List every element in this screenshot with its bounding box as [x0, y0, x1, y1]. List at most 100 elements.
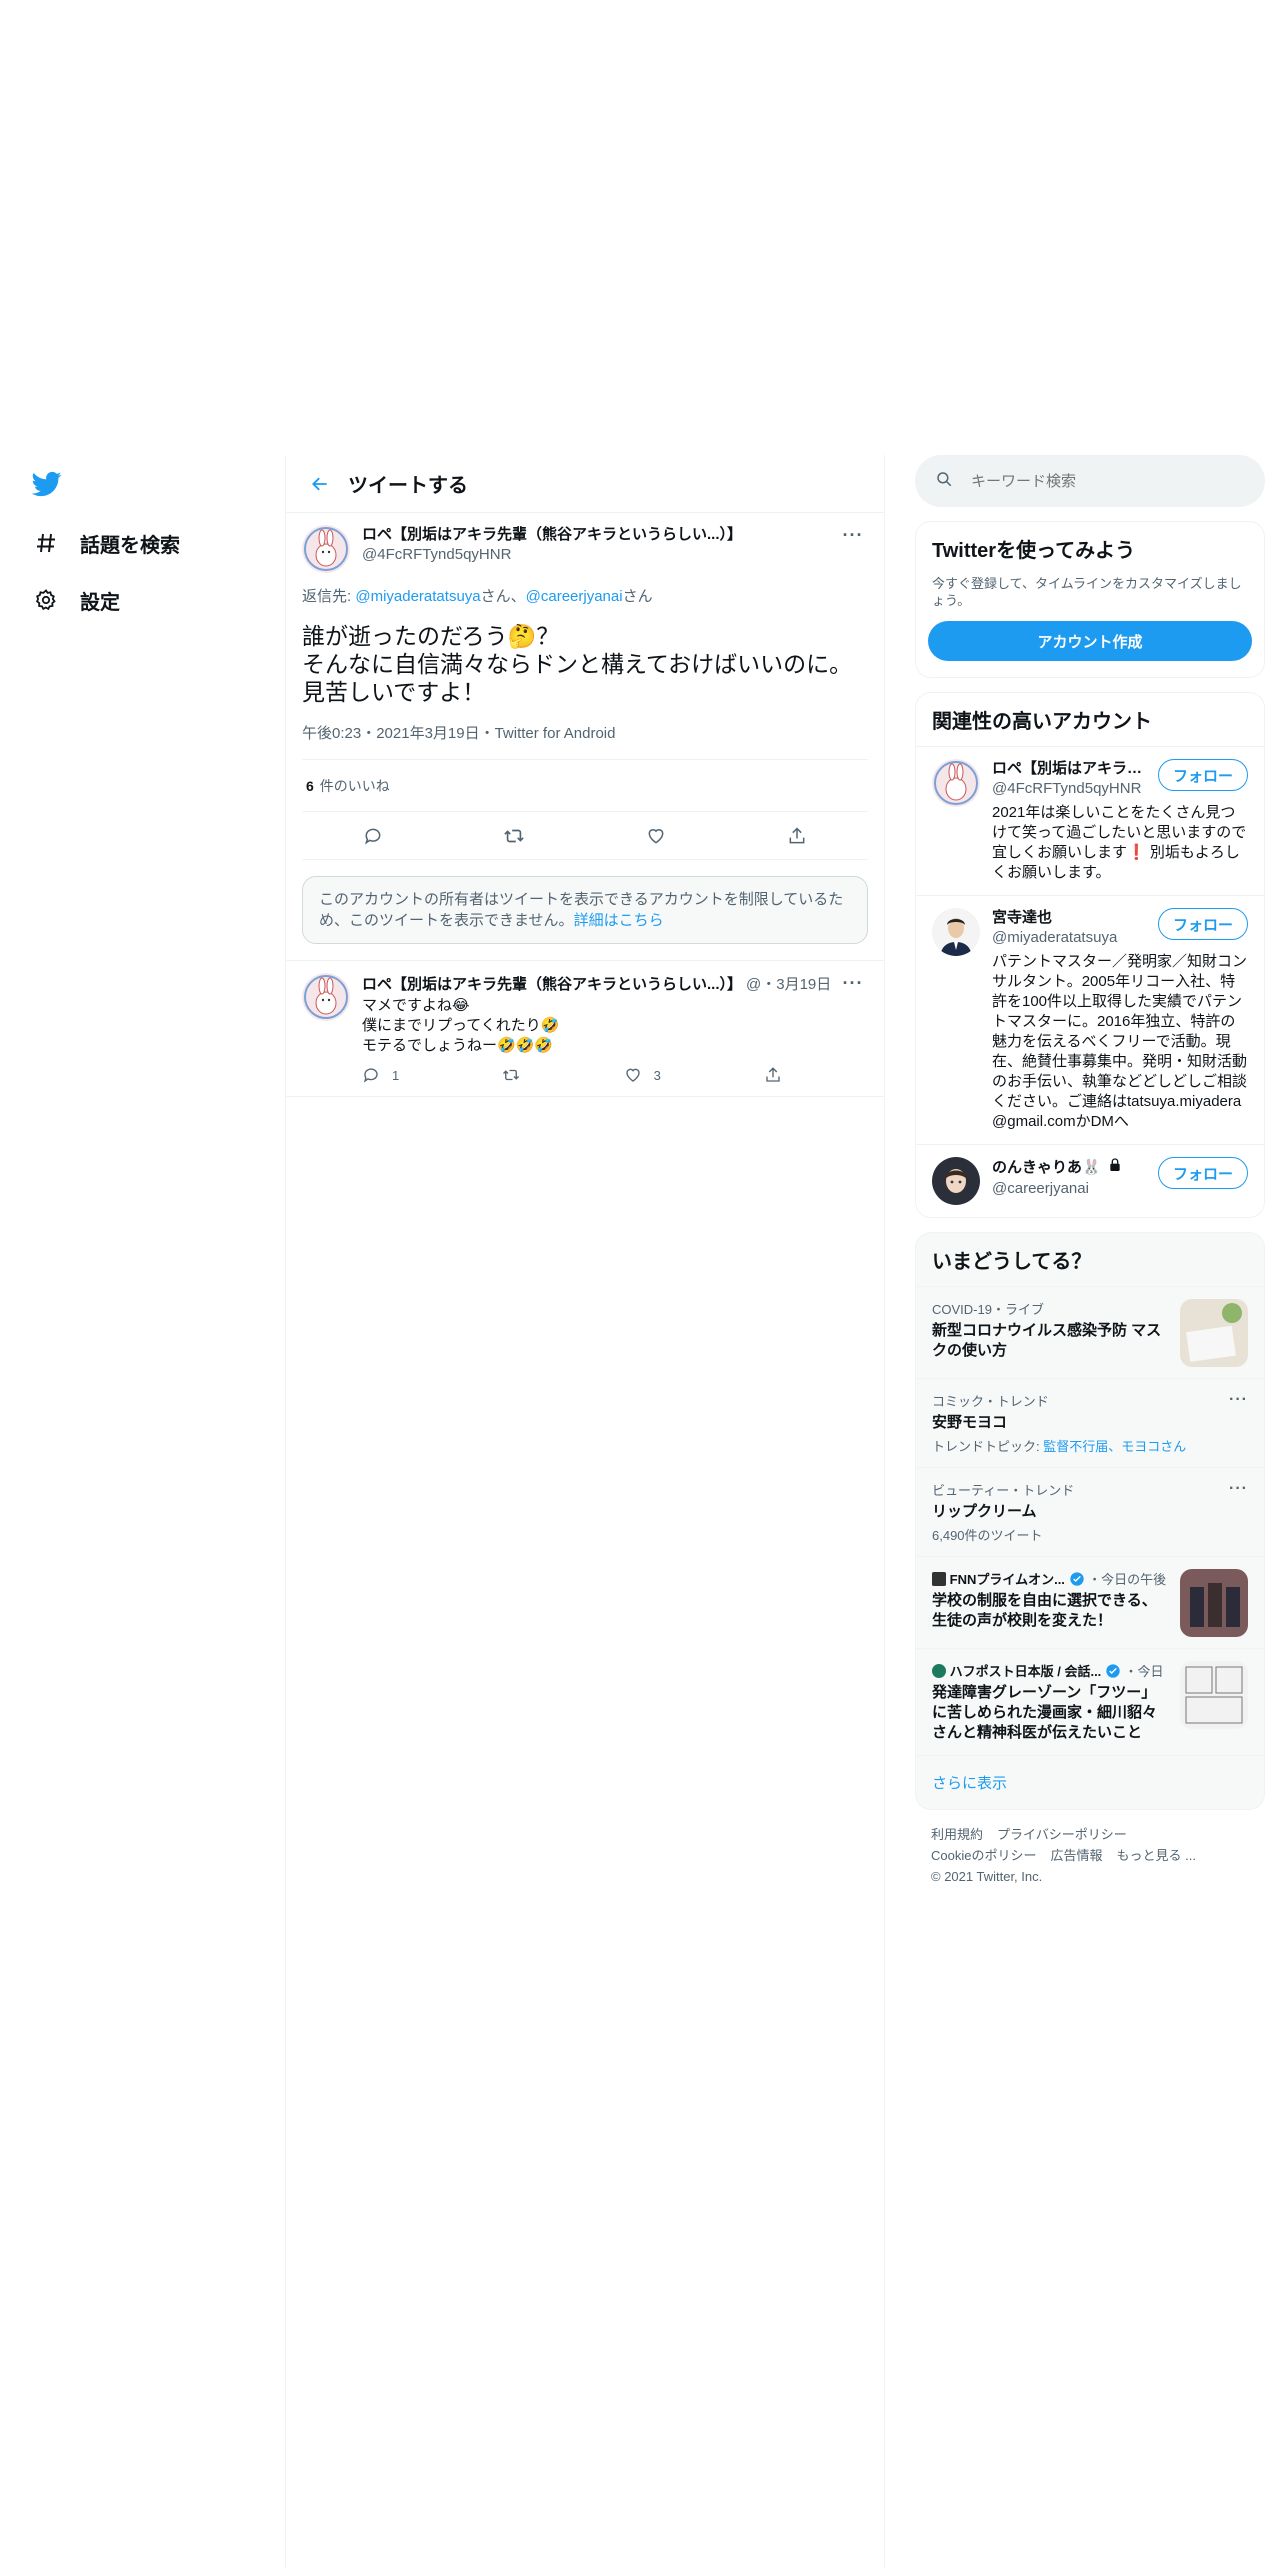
like-icon[interactable] — [638, 818, 674, 854]
footer-link-cookies[interactable]: Cookieのポリシー — [931, 1848, 1036, 1863]
create-account-button[interactable]: アカウント作成 — [928, 621, 1252, 661]
trend-item[interactable]: コミック・トレンド 安野モヨコ トレンドトピック: 監督不行届、モヨコさん ··… — [916, 1378, 1264, 1467]
footer-link-more[interactable]: もっと見る ... — [1116, 1848, 1195, 1863]
avatar[interactable] — [932, 759, 980, 807]
follow-button[interactable]: フォロー — [1157, 1157, 1248, 1189]
trend-thumbnail — [1180, 1569, 1248, 1637]
copyright: © 2021 Twitter, Inc. — [931, 1869, 1043, 1884]
search-bar[interactable] — [915, 455, 1265, 507]
verified-badge-icon — [1105, 1663, 1121, 1679]
more-options-icon[interactable]: ··· — [838, 525, 868, 546]
search-input[interactable] — [971, 472, 1221, 490]
learn-more-link[interactable]: 詳細はこちら — [574, 912, 664, 929]
trend-source: ハフポスト日本版 / 会話... ・今日 — [932, 1661, 1168, 1680]
account-name[interactable]: のんきゃりあ🐰 — [992, 1158, 1101, 1178]
trend-topic-links[interactable]: 監督不行届、モヨコさん — [1043, 1439, 1186, 1454]
footer-link-terms[interactable]: 利用規約 — [931, 1827, 983, 1842]
trend-title: リップクリーム — [932, 1503, 1037, 1520]
news-source-name: ハフポスト日本版 / 会話... — [949, 1664, 1102, 1679]
share-button[interactable] — [764, 1066, 782, 1084]
follow-button[interactable]: フォロー — [1157, 759, 1248, 791]
nav-explore-label: 話題を検索 — [80, 534, 180, 557]
news-source-name: FNNプライムオン... — [949, 1572, 1065, 1587]
trend-title: 発達障害グレーゾーン「フツー」に苦しめられた漫画家・細川貂々さんと精神科医が伝え… — [932, 1684, 1158, 1741]
lock-icon — [1107, 1157, 1123, 1179]
gear-icon — [32, 586, 60, 614]
trend-tweet-count: 6,490件のツイート — [932, 1528, 1043, 1543]
hashtag-icon — [32, 529, 60, 557]
account-handle[interactable]: @miyaderatatsuya — [992, 928, 1152, 948]
reply-count: 1 — [392, 1067, 400, 1083]
avatar[interactable] — [932, 908, 980, 956]
account-handle[interactable]: @4FcRFTynd5qyHNR — [992, 779, 1152, 799]
avatar[interactable] — [302, 973, 350, 1021]
trend-item[interactable]: FNNプライムオン... ・今日の午後 学校の制服を自由に選択できる、生徒の声が… — [916, 1556, 1264, 1648]
reply-suffix-1: さん、 — [480, 588, 526, 605]
account-item[interactable]: のんきゃりあ🐰 @careerjyanai フォロー — [916, 1144, 1264, 1217]
account-item[interactable]: 宮寺達也 @miyaderatatsuya フォロー パテントマスター／発明家／… — [916, 895, 1264, 1144]
follow-button[interactable]: フォロー — [1157, 908, 1248, 940]
search-icon — [935, 470, 953, 493]
retweet-button[interactable] — [502, 1066, 520, 1084]
account-name[interactable]: 宮寺達也 — [992, 908, 1152, 928]
account-handle[interactable]: @careerjyanai — [992, 1179, 1152, 1199]
reply-user-link-1[interactable]: @miyaderatatsuya — [355, 588, 480, 605]
avatar[interactable] — [302, 525, 350, 573]
reply-button[interactable]: 1 — [362, 1066, 399, 1084]
account-item[interactable]: ロペ【別垢はアキラ先輩（熊谷アキラというらしい...）】 @4FcRFTynd5… — [916, 746, 1264, 895]
signup-card: Twitterを使ってみよう 今すぐ登録して、タイムラインをカスタマイズしましょ… — [915, 521, 1265, 678]
account-name[interactable]: ロペ【別垢はアキラ先輩（熊谷アキラというらしい...）】 — [992, 759, 1152, 779]
signup-title: Twitterを使ってみよう — [932, 540, 1136, 562]
trend-item[interactable]: ビューティー・トレンド リップクリーム 6,490件のツイート ··· — [916, 1467, 1264, 1556]
likes-label: 件のいいね — [319, 777, 390, 794]
retweet-icon[interactable] — [496, 818, 532, 854]
trend-thumbnail — [1180, 1661, 1248, 1729]
reply-text: マメですよね😂 僕にまでリプってくれたり🤣 モテるでしょうねー🤣🤣🤣 — [362, 997, 560, 1054]
footer: 利用規約 プライバシーポリシー Cookieのポリシー 広告情報 もっと見る ... … — [915, 1810, 1265, 1901]
trend-title: 安野モヨコ — [932, 1414, 1008, 1431]
reply-icon[interactable] — [355, 818, 391, 854]
nav-explore[interactable]: 話題を検索 — [32, 523, 180, 563]
reply-tweet[interactable]: ロペ【別垢はアキラ先輩（熊谷アキラというらしい...）】 @・3月19日 ···… — [286, 961, 884, 1097]
reply-suffix-2: さん — [622, 588, 653, 605]
like-button[interactable]: 3 — [624, 1066, 661, 1084]
more-options-icon[interactable]: ··· — [1229, 1480, 1248, 1498]
tweet-actions — [302, 812, 868, 860]
twitter-logo-icon[interactable] — [30, 469, 64, 499]
news-time: ・今日の午後 — [1088, 1572, 1167, 1587]
reply-user-link-2[interactable]: @careerjyanai — [526, 588, 623, 605]
share-icon — [766, 1067, 780, 1082]
signup-subtitle: 今すぐ登録して、タイムラインをカスタマイズしましょう。 — [932, 576, 1242, 608]
page-header: ツイートする — [286, 455, 884, 513]
nav-settings[interactable]: 設定 — [32, 580, 120, 620]
page-title: ツイートする — [348, 475, 468, 497]
show-more-link[interactable]: さらに表示 — [916, 1755, 1264, 1809]
account-bio: パテントマスター／発明家／知財コンサルタント。2005年リコー入社、特許を100… — [992, 953, 1248, 1130]
trend-item[interactable]: ハフポスト日本版 / 会話... ・今日 発達障害グレーゾーン「フツー」に苦しめ… — [916, 1648, 1264, 1755]
reply-author-name[interactable]: ロペ【別垢はアキラ先輩（熊谷アキラというらしい...）】 — [362, 973, 742, 994]
trend-title: 学校の制服を自由に選択できる、生徒の声が校則を変えた！ — [932, 1592, 1157, 1629]
trend-subtitle: トレンドトピック: 監督不行届、モヨコさん — [932, 1436, 1248, 1455]
footer-link-ads[interactable]: 広告情報 — [1050, 1848, 1102, 1863]
tweet-text: 誰が逝ったのだろう🤔？ そんなに自信満々ならドンと構えておけばいいのに。 見苦し… — [302, 623, 853, 705]
more-options-icon[interactable]: ··· — [1229, 1391, 1248, 1409]
back-arrow-icon[interactable] — [292, 456, 348, 512]
more-options-icon[interactable]: ··· — [838, 973, 868, 994]
news-logo-icon — [932, 1664, 946, 1679]
relevant-accounts-card: 関連性の高いアカウント ロペ【別垢はアキラ先輩（熊谷アキラというらしい...）】… — [915, 692, 1265, 1218]
trend-source: FNNプライムオン... ・今日の午後 — [932, 1569, 1168, 1588]
reply-to-line: 返信先: @miyaderatatsuyaさん、@careerjyanaiさん — [302, 585, 868, 606]
trend-context: COVID-19・ライブ — [932, 1302, 1044, 1317]
avatar[interactable] — [932, 1157, 980, 1205]
reply-handle-date[interactable]: @・3月19日 — [746, 973, 831, 994]
trend-item[interactable]: COVID-19・ライブ 新型コロナウイルス感染予防 マスクの使い方 — [916, 1286, 1264, 1378]
tweet-timestamp[interactable]: 午後0:23・2021年3月19日・Twitter for Android — [302, 722, 868, 760]
focused-tweet: ロペ【別垢はアキラ先輩（熊谷アキラというらしい...）】 @4FcRFTynd5… — [286, 513, 884, 860]
share-icon[interactable] — [779, 818, 815, 854]
footer-link-privacy[interactable]: プライバシーポリシー — [997, 1827, 1127, 1842]
author-name[interactable]: ロペ【別垢はアキラ先輩（熊谷アキラというらしい...）】 — [362, 525, 838, 545]
author-handle[interactable]: @4FcRFTynd5qyHNR — [362, 545, 838, 565]
trend-context: コミック・トレンド — [932, 1394, 1049, 1409]
trends-card: いまどうしてる？ COVID-19・ライブ 新型コロナウイルス感染予防 マスクの… — [915, 1232, 1265, 1810]
likes-summary[interactable]: 6 件のいいね — [302, 760, 868, 812]
